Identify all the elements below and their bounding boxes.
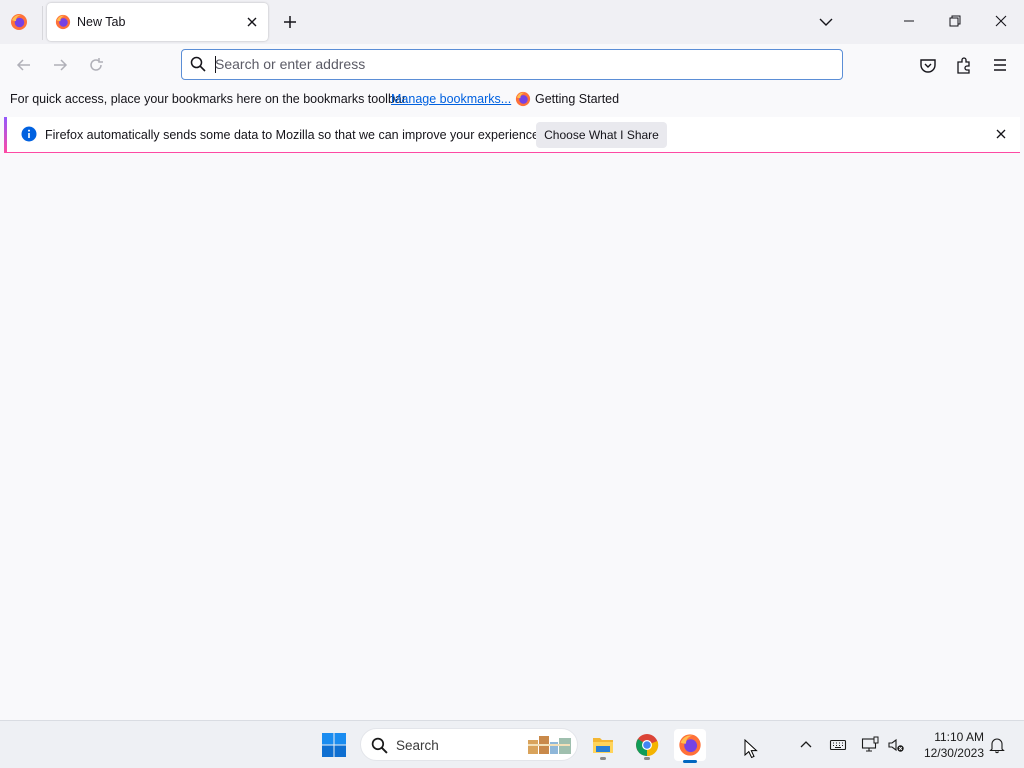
hamburger-menu-icon[interactable] bbox=[990, 55, 1010, 75]
running-indicator bbox=[600, 757, 606, 760]
notification-bell-icon[interactable] bbox=[988, 736, 1006, 754]
tab-separator bbox=[42, 6, 43, 40]
choose-what-i-share-button[interactable]: Choose What I Share bbox=[536, 122, 667, 148]
bookmarks-toolbar: For quick access, place your bookmarks h… bbox=[0, 86, 1024, 112]
file-explorer-icon bbox=[593, 738, 613, 753]
manage-bookmarks-link[interactable]: Manage bookmarks... bbox=[391, 92, 511, 106]
active-app-indicator bbox=[683, 760, 697, 763]
data-collection-notification: Firefox automatically sends some data to… bbox=[4, 117, 1020, 153]
address-bar[interactable] bbox=[181, 49, 843, 80]
close-icon[interactable] bbox=[994, 127, 1008, 141]
taskbar-firefox[interactable] bbox=[674, 729, 706, 763]
pocket-icon[interactable] bbox=[918, 55, 938, 75]
search-icon bbox=[190, 56, 206, 72]
chrome-icon bbox=[636, 734, 659, 757]
notification-message: Firefox automatically sends some data to… bbox=[45, 128, 543, 142]
firefox-favicon-icon bbox=[55, 14, 71, 30]
new-tab-icon[interactable] bbox=[280, 12, 300, 32]
address-input[interactable] bbox=[215, 54, 815, 74]
taskbar-search-label: Search bbox=[396, 738, 439, 753]
system-clock[interactable]: 11:10 AM 12/30/2023 bbox=[914, 729, 984, 761]
info-icon bbox=[21, 126, 37, 142]
taskbar-file-explorer[interactable] bbox=[587, 729, 619, 761]
keyboard-icon[interactable] bbox=[829, 736, 847, 754]
running-indicator bbox=[644, 757, 650, 760]
search-highlight-illustration-icon bbox=[526, 734, 574, 756]
chevron-down-icon[interactable] bbox=[816, 12, 836, 32]
navigation-toolbar bbox=[0, 44, 1024, 86]
firefox-icon bbox=[679, 734, 701, 756]
clock-date: 12/30/2023 bbox=[923, 746, 984, 760]
close-window-icon[interactable] bbox=[991, 11, 1011, 31]
tab-title: New Tab bbox=[77, 15, 126, 29]
taskbar: Search 11:10 AM 12/30/2023 bbox=[0, 720, 1024, 768]
search-icon bbox=[371, 737, 388, 754]
display-icon[interactable] bbox=[861, 736, 879, 754]
clock-time: 11:10 AM bbox=[934, 730, 984, 744]
extensions-icon[interactable] bbox=[954, 55, 974, 75]
back-arrow-icon[interactable] bbox=[14, 55, 34, 75]
windows-start-icon[interactable] bbox=[321, 732, 347, 758]
restore-icon[interactable] bbox=[945, 11, 965, 31]
minimize-icon[interactable] bbox=[899, 11, 919, 31]
firefox-favicon-icon bbox=[515, 91, 531, 107]
bookmarks-empty-message: For quick access, place your bookmarks h… bbox=[10, 92, 409, 106]
tab-new-tab[interactable]: New Tab bbox=[47, 3, 268, 41]
chevron-up-icon[interactable] bbox=[797, 736, 815, 754]
taskbar-chrome[interactable] bbox=[631, 729, 663, 761]
forward-arrow-icon[interactable] bbox=[50, 55, 70, 75]
taskbar-search[interactable]: Search bbox=[360, 728, 578, 761]
mouse-cursor-icon bbox=[744, 738, 758, 759]
bookmark-label: Getting Started bbox=[535, 92, 620, 106]
tab-strip: New Tab bbox=[0, 0, 1024, 44]
page-content bbox=[0, 157, 1024, 720]
firefox-view-icon[interactable] bbox=[10, 13, 28, 31]
speaker-muted-icon[interactable] bbox=[887, 736, 905, 754]
close-tab-icon[interactable] bbox=[244, 14, 260, 30]
reload-icon[interactable] bbox=[86, 55, 106, 75]
